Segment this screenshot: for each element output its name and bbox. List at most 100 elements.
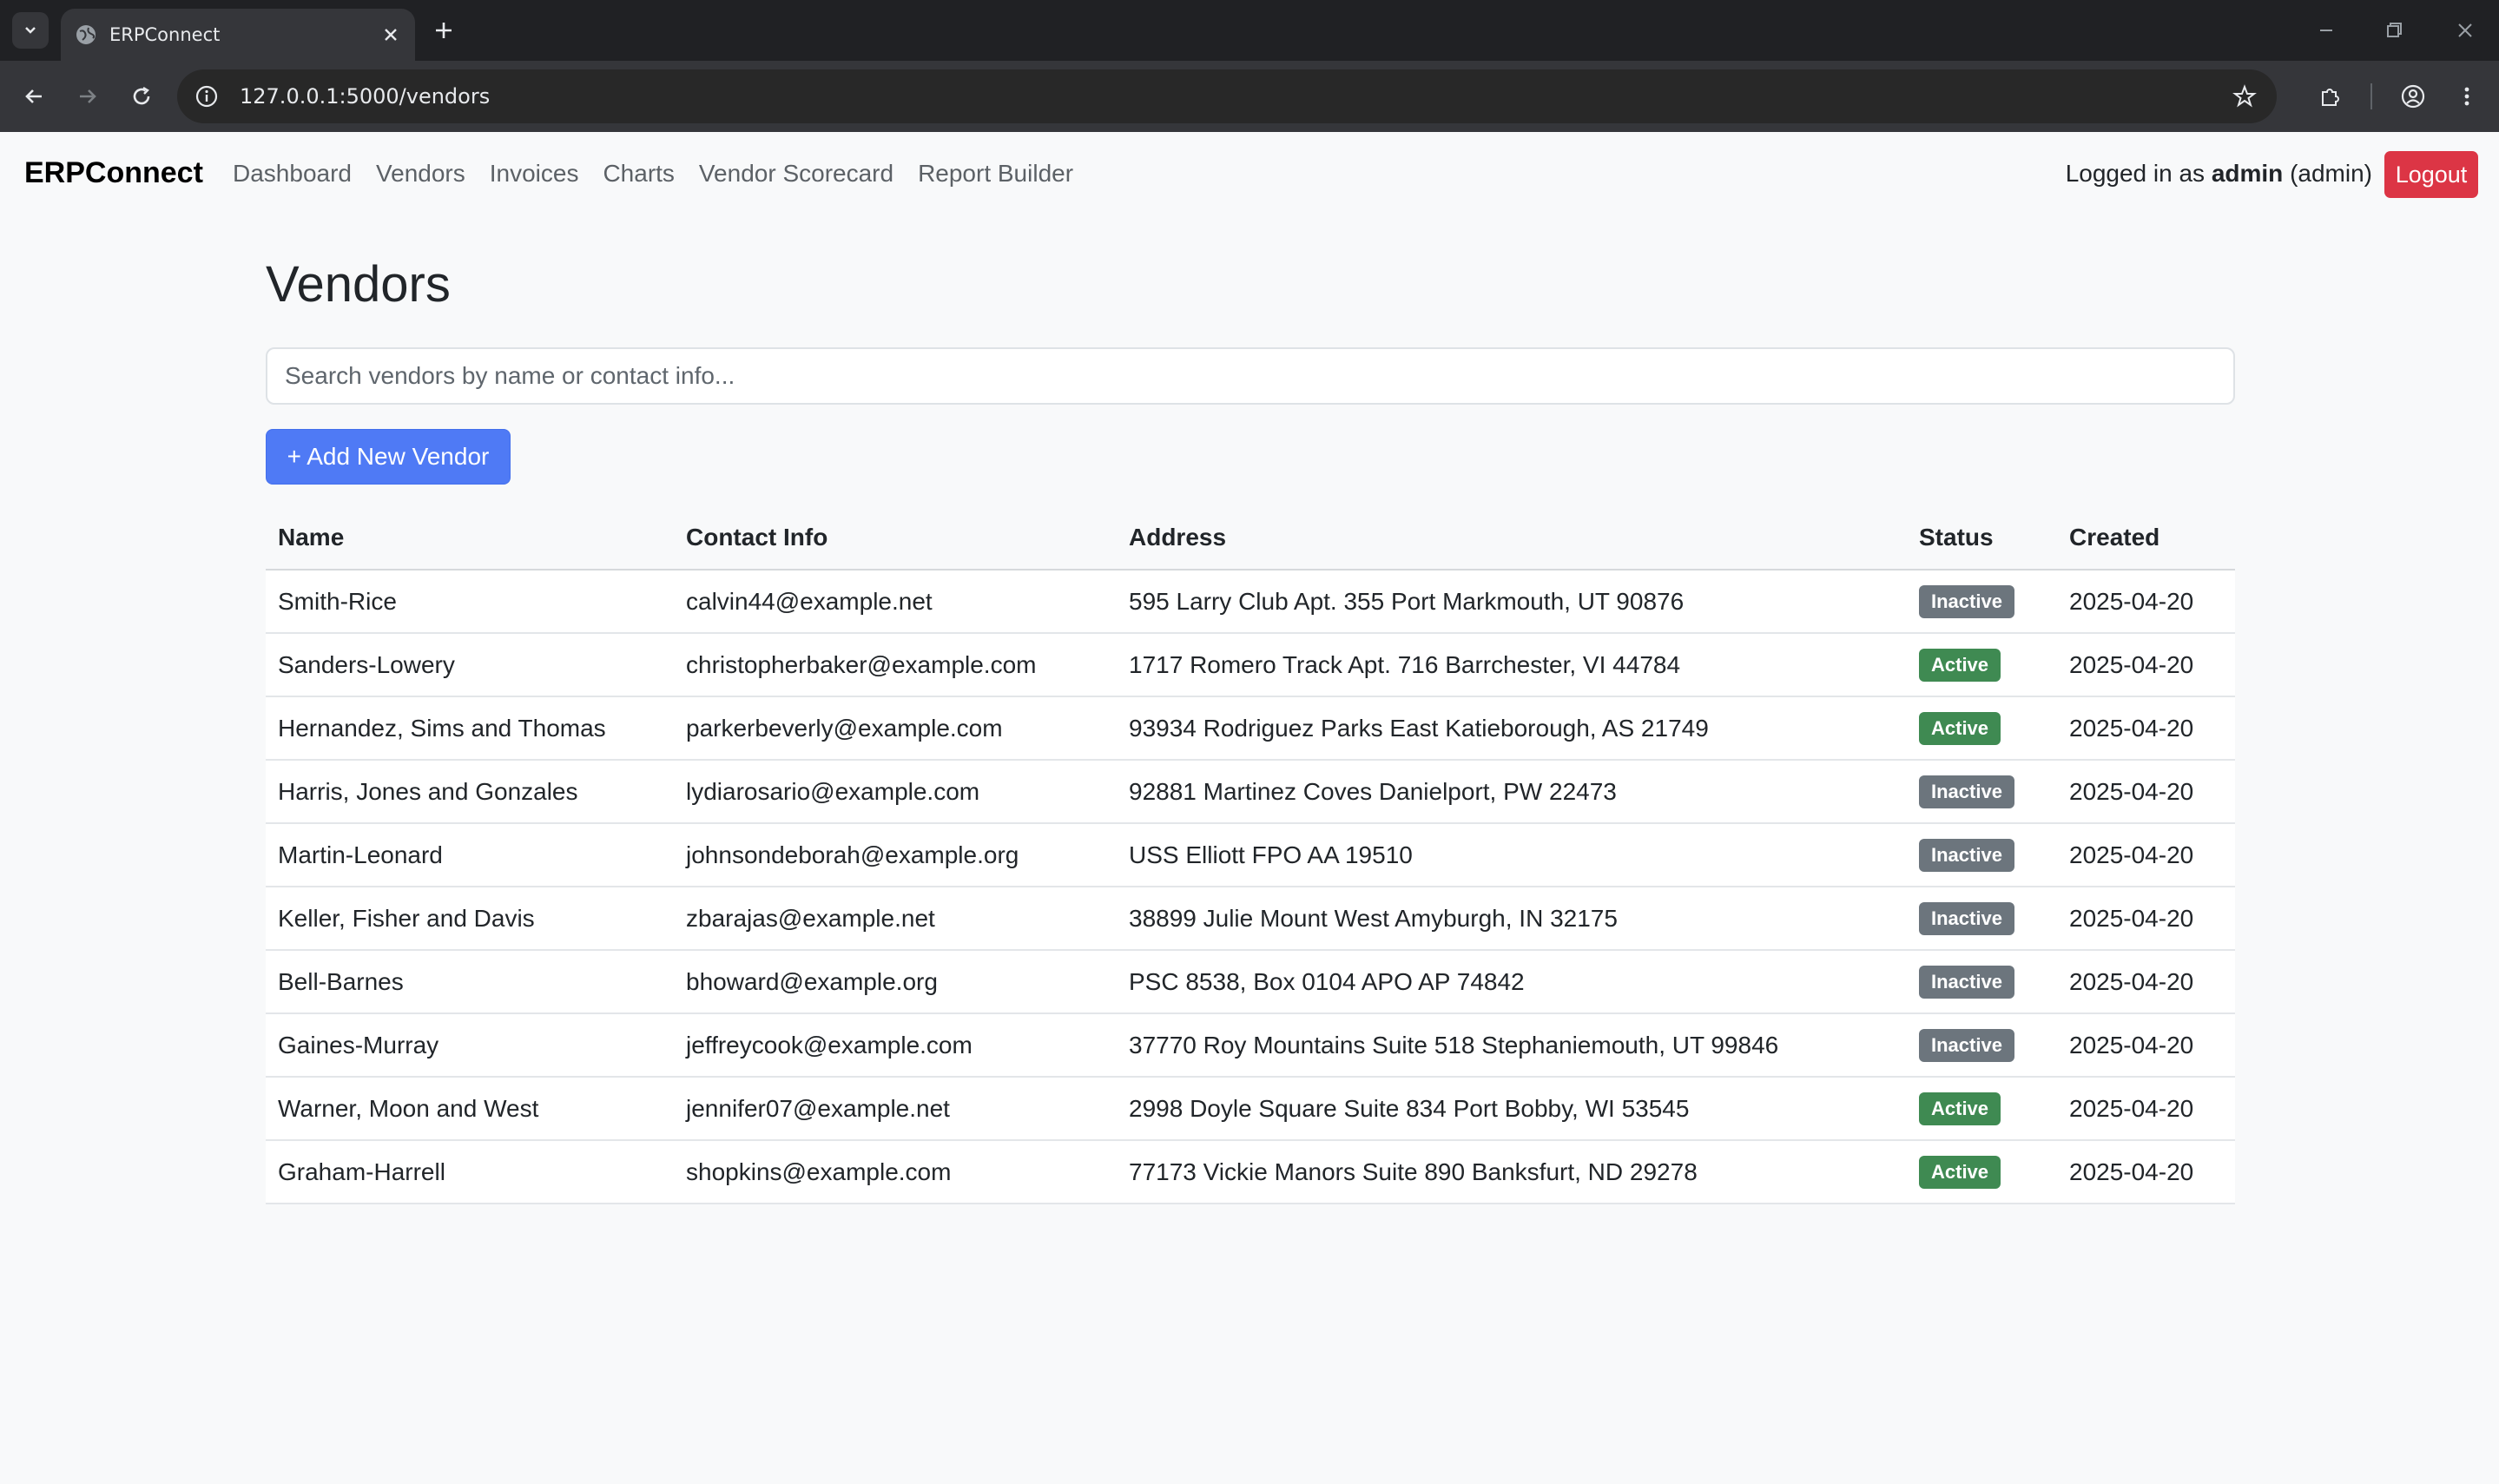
vendor-address: 92881 Martinez Coves Danielport, PW 2247… <box>1117 760 1907 824</box>
browser-tab[interactable]: ERPConnect <box>61 9 415 61</box>
vendor-contact: bhoward@example.org <box>674 950 1117 1014</box>
status-badge: Inactive <box>1919 584 2014 618</box>
restore-icon[interactable] <box>2381 17 2407 43</box>
window-close-icon[interactable] <box>2452 17 2478 43</box>
vendor-contact: christopherbaker@example.com <box>674 633 1117 697</box>
profile-icon[interactable] <box>2400 83 2426 109</box>
vendors-table-body: Smith-Rice calvin44@example.net 595 Larry … <box>266 570 2235 1204</box>
vendor-status-cell: Active <box>1907 1140 2057 1204</box>
tab-title: ERPConnect <box>109 24 221 45</box>
nav-link-charts[interactable]: Charts <box>603 160 674 188</box>
table-row[interactable]: Warner, Moon and West jennifer07@example.… <box>266 1077 2235 1141</box>
vendor-created: 2025-04-20 <box>2057 887 2235 951</box>
status-badge: Active <box>1919 711 2001 745</box>
status-badge: Inactive <box>1919 901 2014 935</box>
vendor-contact: calvin44@example.net <box>674 570 1117 634</box>
status-badge: Inactive <box>1919 775 2014 808</box>
vendor-status-cell: Inactive <box>1907 823 2057 887</box>
close-icon[interactable] <box>380 24 401 45</box>
logout-button[interactable]: Logout <box>2384 151 2478 198</box>
vendor-status-cell: Active <box>1907 696 2057 761</box>
tab-search-button[interactable] <box>12 12 49 49</box>
globe-icon <box>76 25 96 44</box>
vendor-contact: jeffreycook@example.com <box>674 1013 1117 1078</box>
table-header-row: Name Contact Info Address Status Created <box>266 505 2235 571</box>
extensions-icon[interactable] <box>2317 83 2343 109</box>
column-header-created[interactable]: Created <box>2057 505 2235 571</box>
vendor-address: 595 Larry Club Apt. 355 Port Markmouth, … <box>1117 570 1907 634</box>
vendor-name: Martin-Leonard <box>266 823 674 887</box>
vendor-contact: shopkins@example.com <box>674 1140 1117 1204</box>
vendor-created: 2025-04-20 <box>2057 570 2235 634</box>
vendor-status-cell: Inactive <box>1907 887 2057 951</box>
vendor-name: Bell-Barnes <box>266 950 674 1014</box>
table-row[interactable]: Gaines-Murray jeffreycook@example.com 3777… <box>266 1013 2235 1078</box>
column-header-name[interactable]: Name <box>266 505 674 571</box>
table-row[interactable]: Hernandez, Sims and Thomas parkerbeverly@… <box>266 696 2235 761</box>
vendor-created: 2025-04-20 <box>2057 823 2235 887</box>
chevron-down-icon <box>25 27 36 34</box>
user-prefix: Logged in as <box>2065 160 2212 187</box>
toolbar-separator <box>2370 83 2372 109</box>
vendor-address: 77173 Vickie Manors Suite 890 Banksfurt,… <box>1117 1140 1907 1204</box>
nav-link-report-builder[interactable]: Report Builder <box>918 160 1073 188</box>
table-row[interactable]: Sanders-Lowery christopherbaker@example.c… <box>266 633 2235 697</box>
column-header-address[interactable]: Address <box>1117 505 1907 571</box>
new-tab-icon[interactable] <box>431 17 457 43</box>
vendor-status-cell: Inactive <box>1907 760 2057 824</box>
menu-dots-icon[interactable] <box>2454 83 2480 109</box>
vendor-address: USS Elliott FPO AA 19510 <box>1117 823 1907 887</box>
nav-link-invoices[interactable]: Invoices <box>490 160 579 188</box>
vendor-created: 2025-04-20 <box>2057 950 2235 1014</box>
vendor-name: Sanders-Lowery <box>266 633 674 697</box>
vendor-name: Warner, Moon and West <box>266 1077 674 1141</box>
vendor-contact: lydiarosario@example.com <box>674 760 1117 824</box>
add-new-vendor-button[interactable]: + Add New Vendor <box>266 429 511 485</box>
table-row[interactable]: Bell-Barnes bhoward@example.org PSC 8538, … <box>266 950 2235 1014</box>
reload-icon[interactable] <box>129 83 155 109</box>
status-badge: Active <box>1919 648 2001 682</box>
column-header-status[interactable]: Status <box>1907 505 2057 571</box>
vendor-address: 37770 Roy Mountains Suite 518 Stephaniem… <box>1117 1013 1907 1078</box>
nav-link-dashboard[interactable]: Dashboard <box>233 160 352 188</box>
vendor-contact: parkerbeverly@example.com <box>674 696 1117 761</box>
vendor-created: 2025-04-20 <box>2057 1140 2235 1204</box>
vendor-name: Keller, Fisher and Davis <box>266 887 674 951</box>
vendor-address: 1717 Romero Track Apt. 716 Barrchester, … <box>1117 633 1907 697</box>
site-info-icon[interactable] <box>195 84 219 109</box>
forward-arrow-icon[interactable] <box>75 83 101 109</box>
table-row[interactable]: Keller, Fisher and Davis zbarajas@example… <box>266 887 2235 951</box>
vendor-name: Smith-Rice <box>266 570 674 634</box>
status-badge: Inactive <box>1919 1028 2014 1062</box>
vendors-table: Name Contact Info Address Status Created… <box>266 505 2235 1204</box>
vendor-created: 2025-04-20 <box>2057 1013 2235 1078</box>
vendor-name: Graham-Harrell <box>266 1140 674 1204</box>
page-title: Vendors <box>266 256 451 313</box>
table-row[interactable]: Harris, Jones and Gonzales lydiarosario@e… <box>266 760 2235 824</box>
nav-link-vendors[interactable]: Vendors <box>376 160 465 188</box>
nav-link-vendor-scorecard[interactable]: Vendor Scorecard <box>699 160 893 188</box>
table-row[interactable]: Martin-Leonard johnsondeborah@example.org… <box>266 823 2235 887</box>
vendor-name: Harris, Jones and Gonzales <box>266 760 674 824</box>
address-bar[interactable]: 127.0.0.1:5000/vendors <box>177 69 2277 123</box>
vendor-status-cell: Inactive <box>1907 570 2057 634</box>
user-role: (admin) <box>2283 160 2372 187</box>
back-arrow-icon[interactable] <box>21 83 47 109</box>
browser-toolbar: 127.0.0.1:5000/vendors <box>0 61 2499 132</box>
column-header-contact[interactable]: Contact Info <box>674 505 1117 571</box>
brand-logo[interactable]: ERPConnect <box>24 156 203 190</box>
vendor-created: 2025-04-20 <box>2057 760 2235 824</box>
vendor-created: 2025-04-20 <box>2057 1077 2235 1141</box>
minimize-icon[interactable] <box>2313 17 2339 43</box>
vendor-name: Gaines-Murray <box>266 1013 674 1078</box>
vendor-status-cell: Active <box>1907 1077 2057 1141</box>
table-row[interactable]: Graham-Harrell shopkins@example.com 77173 … <box>266 1140 2235 1204</box>
vendor-created: 2025-04-20 <box>2057 696 2235 761</box>
vendor-search-input[interactable] <box>266 347 2235 405</box>
status-badge: Active <box>1919 1155 2001 1189</box>
vendor-created: 2025-04-20 <box>2057 633 2235 697</box>
vendor-address: PSC 8538, Box 0104 APO AP 74842 <box>1117 950 1907 1014</box>
logged-in-user: Logged in as admin (admin) <box>2066 160 2372 188</box>
table-row[interactable]: Smith-Rice calvin44@example.net 595 Larry … <box>266 570 2235 634</box>
bookmark-star-icon[interactable] <box>2232 83 2258 109</box>
